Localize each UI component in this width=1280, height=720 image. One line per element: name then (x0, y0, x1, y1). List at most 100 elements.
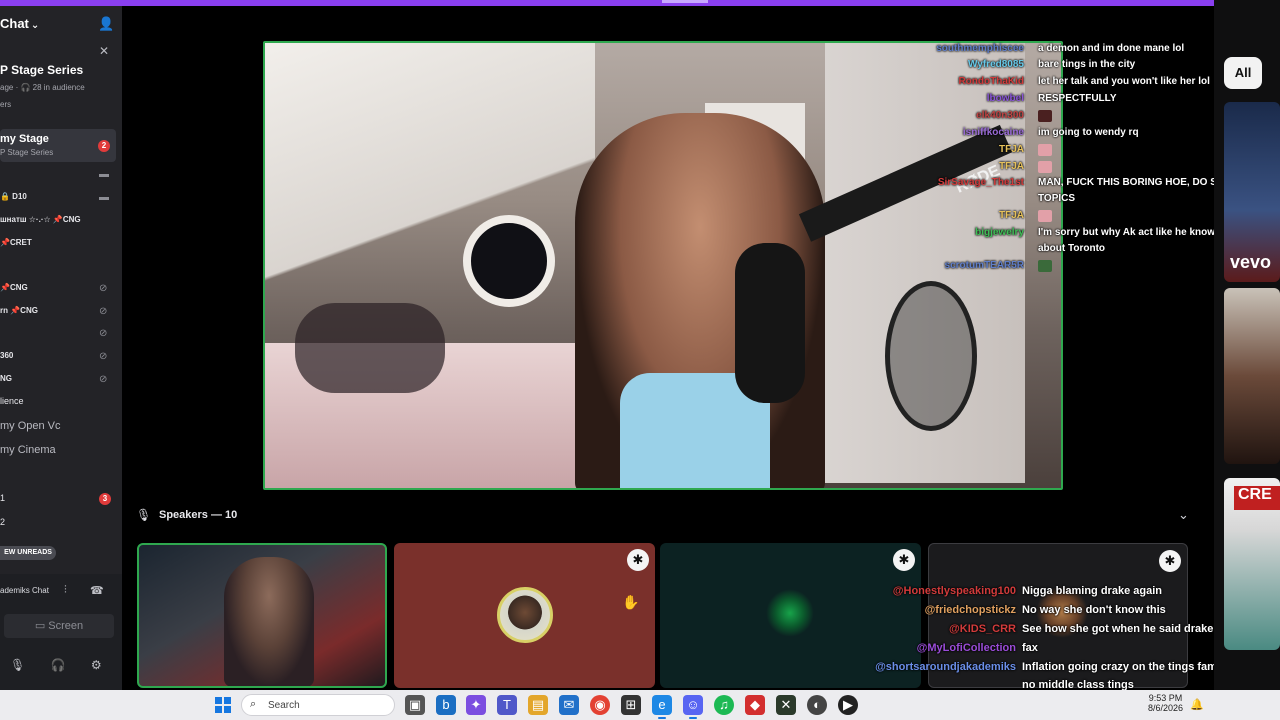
member-row[interactable]: шнатш ☆·.·☆ 📌CNG (0, 215, 81, 224)
mic-muted-icon: ⊘ (99, 306, 108, 317)
spotify-icon[interactable]: ♫ (714, 695, 734, 715)
video-scene (295, 303, 445, 393)
disconnect-icon[interactable]: ☎ (90, 584, 104, 597)
chat-username[interactable]: elk40n300 (976, 110, 1024, 121)
channel-my-open-vc[interactable]: my Open Vc (0, 420, 61, 432)
app-icon[interactable]: ◆ (745, 695, 765, 715)
member-row[interactable]: 🔒 D10 (0, 192, 27, 201)
channel-my-stage[interactable]: my Stage P Stage Series 2 (0, 129, 116, 162)
bing-icon[interactable]: b (436, 695, 456, 715)
chevron-down-icon: ⌄ (30, 20, 40, 31)
user-controls: 🎙 🎧 ⚙ (10, 658, 102, 672)
chat-username[interactable]: SirSavage_The1st (938, 177, 1024, 188)
speaker-video (224, 557, 314, 686)
store-icon[interactable]: ⊞ (621, 695, 641, 715)
close-icon[interactable]: ✕ (99, 44, 109, 58)
chat-text: let her talk and you won't like her lol (1038, 76, 1210, 87)
chat-username[interactable]: lbowbel (987, 93, 1024, 104)
camera-icon[interactable]: ▬ (99, 169, 109, 180)
speaker-tile[interactable]: ✱ (394, 543, 655, 688)
video-thumbnail[interactable]: vevo (1224, 102, 1280, 282)
chat-username[interactable]: TFJA (999, 210, 1024, 221)
member-row[interactable]: rn 📌CNG (0, 306, 38, 315)
chat-username[interactable]: RondoThaKid (958, 76, 1024, 87)
camera-icon[interactable]: ▬ (99, 192, 109, 203)
vevo-logo: vevo (1230, 252, 1272, 272)
chat-text-content: a demon and im done mane lol (1038, 43, 1185, 54)
taskbar-search[interactable]: ⌕ Search (241, 694, 395, 716)
mic-icon[interactable]: 🎙 (10, 658, 25, 672)
chat-username[interactable]: scrotumTEAR5R (945, 260, 1024, 271)
discord-icon[interactable]: ☺ (683, 695, 703, 719)
chrome-icon[interactable]: ◉ (590, 695, 610, 715)
member-row[interactable]: 360 (0, 351, 13, 360)
avatar (497, 587, 553, 643)
app-icon[interactable]: ◐ (807, 695, 827, 715)
search-icon: ⌕ (250, 698, 257, 710)
chat-username[interactable]: TFJA (999, 161, 1024, 172)
screen-icon: ▭ (34, 620, 49, 632)
channel-1[interactable]: 1 (0, 493, 5, 503)
channel-name: my Stage (0, 133, 49, 145)
teams-icon[interactable]: T (497, 695, 517, 715)
chat-username[interactable]: @MyLofiCollection (917, 642, 1016, 654)
chat-text: about Toronto (1038, 243, 1105, 254)
add-user-icon[interactable]: 👤 (98, 16, 114, 32)
channel-my-cinema[interactable]: my Cinema (0, 444, 56, 456)
clock-time: 9:53 PM (1148, 693, 1183, 703)
soundboard-icon[interactable]: ⫶ (64, 584, 67, 597)
chat-username[interactable]: bigjewelry (975, 227, 1024, 238)
unread-badge: 3 (99, 493, 111, 505)
emote-icon (1038, 161, 1052, 173)
channel-2[interactable]: 2 (0, 517, 5, 527)
clock[interactable]: 9:53 PM 8/6/2026 (1148, 693, 1183, 713)
member-row[interactable]: NG (0, 374, 12, 383)
chat-header-label: Chat (0, 16, 29, 31)
chat-text: fax (1022, 642, 1038, 654)
chat-username[interactable]: @shortsaroundjakademiks (875, 661, 1016, 673)
chat-text-content: bare tings in the city (1038, 59, 1136, 70)
speaker-tile[interactable] (137, 543, 387, 688)
video-thumbnail[interactable] (1224, 288, 1280, 464)
chat-username[interactable]: isniffkocaine (963, 127, 1024, 138)
chevron-down-icon[interactable]: ⌄ (1178, 507, 1189, 523)
task-view-icon[interactable]: ▣ (405, 695, 425, 715)
chat-text: No way she don't know this (1022, 604, 1166, 616)
stage-series-title: P Stage Series (0, 63, 84, 77)
chat-username[interactable]: southmemphiscee (936, 43, 1024, 54)
chat-text-content: MAN, FUCK THIS BORING HOE, DO SOME (1038, 177, 1240, 188)
outlook-icon[interactable]: ✉ (559, 695, 579, 715)
chat-header[interactable]: Chat ⌄ (0, 16, 39, 31)
edge-icon[interactable]: e (652, 695, 672, 719)
media-player-icon[interactable]: ▶ (838, 695, 858, 715)
speaker-settings-icon[interactable]: ✱ (893, 549, 915, 571)
filter-all-chip[interactable]: All (1224, 57, 1262, 89)
member-row[interactable]: 📌CRET (0, 238, 32, 247)
copilot-icon[interactable]: ✦ (466, 695, 486, 715)
chat-username[interactable]: @KIDS_CRR (949, 623, 1016, 635)
speaker-settings-icon[interactable]: ✱ (627, 549, 649, 571)
notification-bell-icon[interactable]: 🔔 (1190, 698, 1204, 711)
microphone (735, 243, 805, 403)
member-row[interactable]: 📌CNG (0, 283, 28, 292)
stage-meta: age · 🎧 28 in audience (0, 83, 85, 92)
app-icon[interactable]: ✕ (776, 695, 796, 715)
speaker-settings-icon[interactable]: ✱ (1159, 550, 1181, 572)
file-explorer-icon[interactable]: ▤ (528, 695, 548, 715)
chat-text: im going to wendy rq (1038, 127, 1139, 138)
share-screen-button[interactable]: ▭ Screen (4, 614, 114, 638)
chat-username[interactable]: TFJA (999, 144, 1024, 155)
chat-username[interactable]: Wyfred8085 (968, 59, 1024, 70)
chat-username[interactable]: @Honestlyspeaking100 (893, 585, 1016, 597)
emote-icon (1038, 210, 1052, 222)
window-drag-handle[interactable] (662, 0, 708, 3)
video-thumbnail[interactable]: CRE (1224, 478, 1280, 650)
settings-icon[interactable]: ⚙ (91, 658, 102, 672)
stage-meta-2: ers (0, 100, 12, 109)
stage-main-video[interactable]: RØDE (263, 41, 1063, 490)
chat-username[interactable]: @friedchopstickz (925, 604, 1016, 616)
new-unreads-pill[interactable]: EW UNREADS (0, 546, 56, 560)
headphones-icon[interactable]: 🎧 (51, 658, 66, 672)
windows-start-icon[interactable] (215, 697, 231, 713)
chat-text: See how she got when he said drake lo (1022, 623, 1227, 635)
